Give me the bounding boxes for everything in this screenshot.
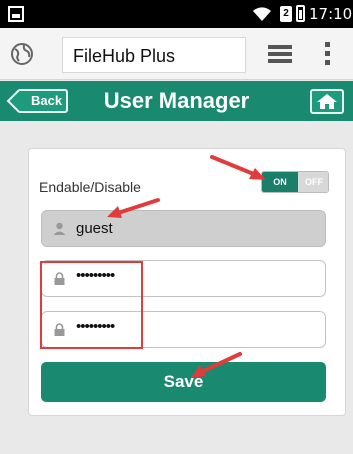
annotation-arrows — [107, 155, 266, 378]
